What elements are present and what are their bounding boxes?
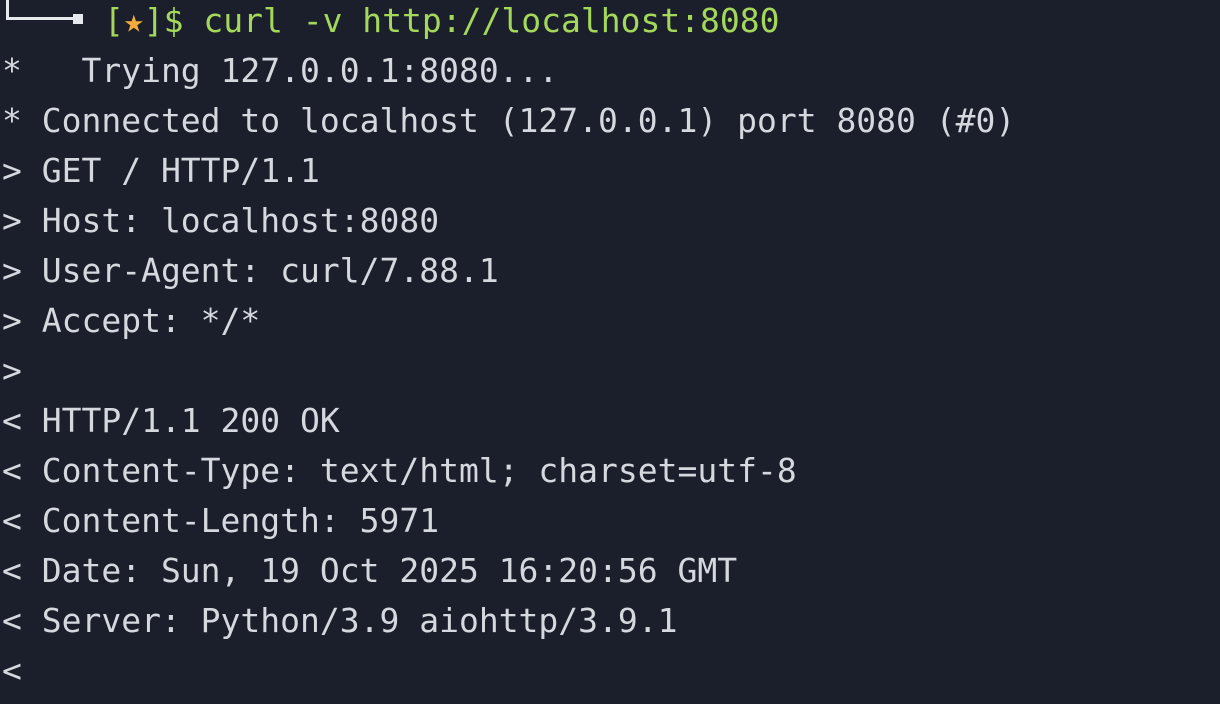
output-line: > GET / HTTP/1.1 <box>2 151 320 190</box>
prompt-bracket-open: [ <box>104 1 124 40</box>
prompt-symbol: ]$ <box>143 1 204 40</box>
output-line: < HTTP/1.1 200 OK <box>2 401 340 440</box>
output-line: > <box>2 351 22 390</box>
prompt-tree-connector <box>6 0 82 20</box>
output-line: < Content-Type: text/html; charset=utf-8 <box>2 451 797 490</box>
output-line: * Trying 127.0.0.1:8080... <box>2 51 559 90</box>
output-line: * Connected to localhost (127.0.0.1) por… <box>2 101 1016 140</box>
terminal-window[interactable]: [★]$ curl -v http://localhost:8080 * Try… <box>0 0 1220 704</box>
output-line: > User-Agent: curl/7.88.1 <box>2 251 499 290</box>
output-line: > Accept: */* <box>2 301 261 340</box>
output-line: < <box>2 651 22 690</box>
prompt-line: [★]$ curl -v http://localhost:8080 <box>104 0 780 46</box>
output-line: < Date: Sun, 19 Oct 2025 16:20:56 GMT <box>2 551 738 590</box>
output-line: < Content-Length: 5971 <box>2 501 440 540</box>
output-line: < Server: Python/3.9 aiohttp/3.9.1 <box>2 601 678 640</box>
prompt-tree-dot <box>73 14 83 24</box>
command-text: curl -v http://localhost:8080 <box>203 1 780 40</box>
output-line: > Host: localhost:8080 <box>2 201 440 240</box>
star-icon: ★ <box>123 1 144 40</box>
